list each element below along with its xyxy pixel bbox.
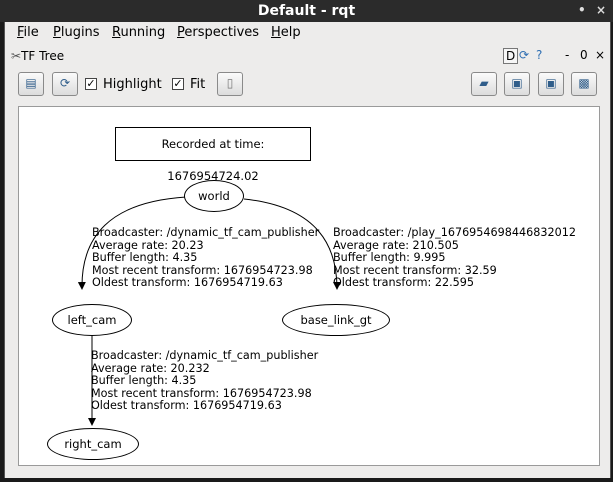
- highlight-checkbox[interactable]: ✓: [85, 78, 97, 90]
- node-base-link-gt[interactable]: base_link_gt: [282, 304, 390, 336]
- edge-label-line: Broadcaster: /dynamic_tf_cam_publisher: [91, 349, 319, 362]
- image-icon: ▩: [578, 76, 590, 90]
- highlight-label: Highlight: [103, 77, 162, 92]
- dock-button[interactable]: D: [503, 48, 519, 64]
- plugin-titlebar: ✂TF Tree D ⟳ ? - 0 ×: [5, 46, 610, 66]
- edge-label-line: Buffer length: 4.35: [92, 251, 198, 265]
- node-left-cam[interactable]: left_cam: [52, 304, 132, 336]
- fit-view-button[interactable]: ▯: [217, 72, 243, 96]
- menu-help[interactable]: Help: [271, 25, 301, 40]
- window-titlebar: Default - rqt • ×: [0, 0, 613, 22]
- edge-label-world-base-link-gt: Broadcaster: /play_1676954698446832012 A…: [333, 226, 576, 290]
- printer-icon: ▤: [25, 76, 37, 90]
- plugin-title: ✂TF Tree: [11, 49, 64, 63]
- fit-checkbox[interactable]: ✓: [172, 78, 184, 90]
- menu-perspectives-label: erspectives: [184, 25, 260, 40]
- menu-plugins-mnemonic: P: [53, 25, 61, 40]
- edge-label-line: Broadcaster: /dynamic_tf_cam_publisher: [92, 226, 320, 239]
- minimize-plugin-button[interactable]: -: [565, 48, 569, 62]
- plugin-title-text: TF Tree: [21, 49, 65, 63]
- tool-icon: ✂: [11, 49, 22, 63]
- menu-running[interactable]: Running: [112, 25, 165, 40]
- menu-help-mnemonic: H: [271, 25, 281, 40]
- window-close-button[interactable]: ×: [596, 3, 606, 17]
- window-title: Default - rqt: [257, 3, 356, 19]
- toolbar: ▤ ⟳ ✓ Highlight ✓ Fit ▯ ▰ ▣ ▣ ▩: [5, 68, 610, 100]
- window-minimize-button[interactable]: •: [578, 3, 586, 17]
- reload-icon[interactable]: ⟳: [519, 48, 529, 62]
- recorded-time-box: Recorded at time: 1676954724.02: [115, 127, 311, 183]
- menu-file-label: ile: [23, 25, 39, 40]
- node-right-cam[interactable]: right_cam: [47, 428, 139, 460]
- fit-label: Fit: [190, 77, 206, 92]
- node-world[interactable]: world: [184, 180, 244, 212]
- help-icon[interactable]: ?: [536, 48, 542, 62]
- edge-label-left-cam-right-cam: Broadcaster: /dynamic_tf_cam_publisher A…: [91, 349, 319, 413]
- save-icon: ▣: [511, 76, 523, 90]
- menu-help-label: elp: [280, 25, 301, 40]
- plugin-instance-number: 0: [580, 48, 588, 62]
- save-svg-button[interactable]: ▣: [538, 72, 564, 96]
- edge-label-line: Oldest transform: 1676954719.63: [92, 276, 283, 290]
- main-window: File Plugins Running Perspectives Help ✂…: [4, 22, 611, 478]
- menu-plugins-label: lugins: [60, 25, 100, 40]
- save-as-icon: ▣: [545, 76, 557, 90]
- reload-button[interactable]: ⟳: [52, 72, 78, 96]
- menu-perspectives[interactable]: Perspectives: [177, 25, 259, 40]
- close-plugin-icon[interactable]: ×: [595, 48, 605, 62]
- menubar: File Plugins Running Perspectives Help: [5, 22, 610, 44]
- zoom-fit-icon: ▯: [226, 76, 234, 90]
- edge-label-line: Oldest transform: 1676954719.63: [91, 399, 282, 413]
- open-file-icon: ▰: [479, 76, 489, 90]
- menu-file[interactable]: File: [17, 25, 39, 40]
- load-dot-button[interactable]: ▰: [471, 72, 497, 96]
- edge-label-world-left-cam: Broadcaster: /dynamic_tf_cam_publisher A…: [92, 226, 320, 290]
- edge-label-line: Broadcaster: /play_1676954698446832012: [333, 226, 576, 239]
- save-dot-button[interactable]: ▣: [504, 72, 530, 96]
- refresh-icon: ⟳: [59, 76, 71, 90]
- edge-label-line: Oldest transform: 22.595: [333, 276, 474, 290]
- edge-label-line: Buffer length: 9.995: [333, 251, 446, 265]
- edge-label-line: Buffer length: 4.35: [91, 374, 197, 388]
- menu-plugins[interactable]: Plugins: [53, 25, 100, 40]
- menu-running-label: unning: [120, 25, 166, 40]
- refresh-graph-button[interactable]: ▤: [18, 72, 44, 96]
- tf-graph-canvas[interactable]: Recorded at time: 1676954724.02 world le…: [18, 106, 600, 466]
- save-image-button[interactable]: ▩: [571, 72, 597, 96]
